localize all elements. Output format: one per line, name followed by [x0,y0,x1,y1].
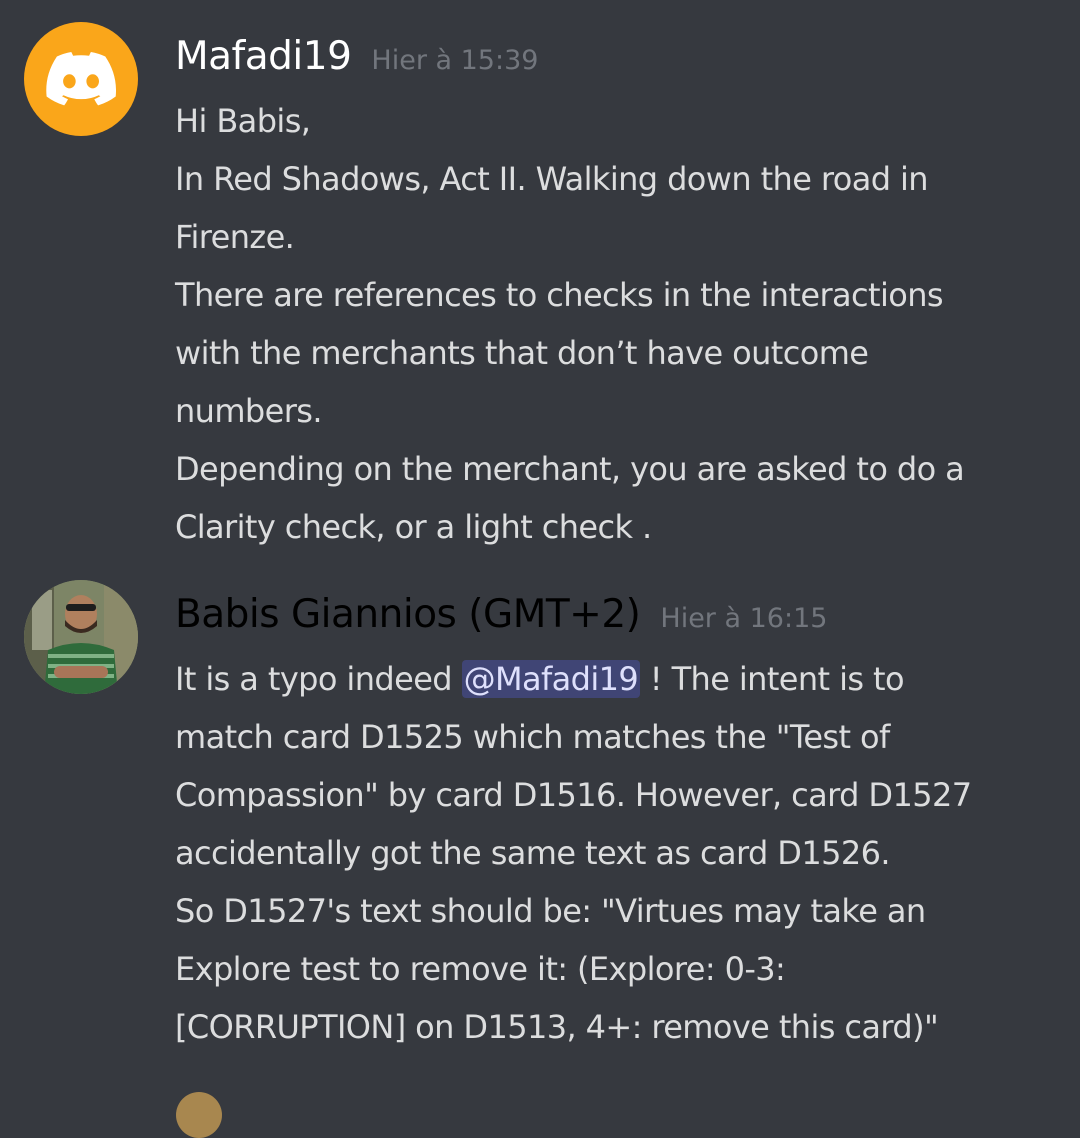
message-content: Hi Babis, In Red Shadows, Act II. Walkin… [175,92,1055,556]
message-line: Firenze. [175,218,295,256]
message-text: ! The intent is to [640,660,905,698]
discord-logo-icon [46,52,116,106]
user-avatar[interactable] [24,580,138,694]
user-photo-avatar [24,580,138,694]
message-line: Hi Babis, [175,102,311,140]
message-mafadi19: Mafadi19 Hier à 15:39 Hi Babis, In Red S… [0,0,1080,560]
message-line: So D1527's text should be: "Virtues may … [175,892,926,930]
message-line: In Red Shadows, Act II. Walking down the… [175,160,929,198]
message-line: match card D1525 which matches the "Test… [175,718,890,756]
message-line: Compassion" by card D1516. However, card… [175,776,972,814]
message-line: accidentally got the same text as card D… [175,834,891,872]
message-header: Mafadi19 Hier à 15:39 [175,34,538,79]
user-avatar[interactable] [24,22,138,136]
timestamp: Hier à 16:15 [660,603,828,634]
message-babis: Babis Giannios (GMT+2) Hier à 16:15 It i… [0,560,1080,1080]
message-text: It is a typo indeed [175,660,462,698]
message-line: It is a typo indeed @Mafadi19 ! The inte… [175,650,1055,708]
message-line: Explore test to remove it: (Explore: 0-3… [175,950,786,988]
message-header: Babis Giannios (GMT+2) Hier à 16:15 [175,592,827,637]
message-line: Depending on the merchant, you are asked… [175,450,965,488]
message-line: with the merchants that don’t have outco… [175,334,869,372]
message-line: There are references to checks in the in… [175,276,944,314]
message-line: Clarity check, or a light check . [175,508,652,546]
message-content: It is a typo indeed @Mafadi19 ! The inte… [175,650,1055,1056]
timestamp: Hier à 15:39 [371,45,539,76]
next-message-avatar[interactable] [176,1092,222,1138]
message-line: numbers. [175,392,323,430]
message-line: [CORRUPTION] on D1513, 4+: remove this c… [175,1008,939,1046]
user-mention[interactable]: @Mafadi19 [461,660,641,698]
username[interactable]: Babis Giannios (GMT+2) [175,592,641,637]
username[interactable]: Mafadi19 [175,34,352,79]
